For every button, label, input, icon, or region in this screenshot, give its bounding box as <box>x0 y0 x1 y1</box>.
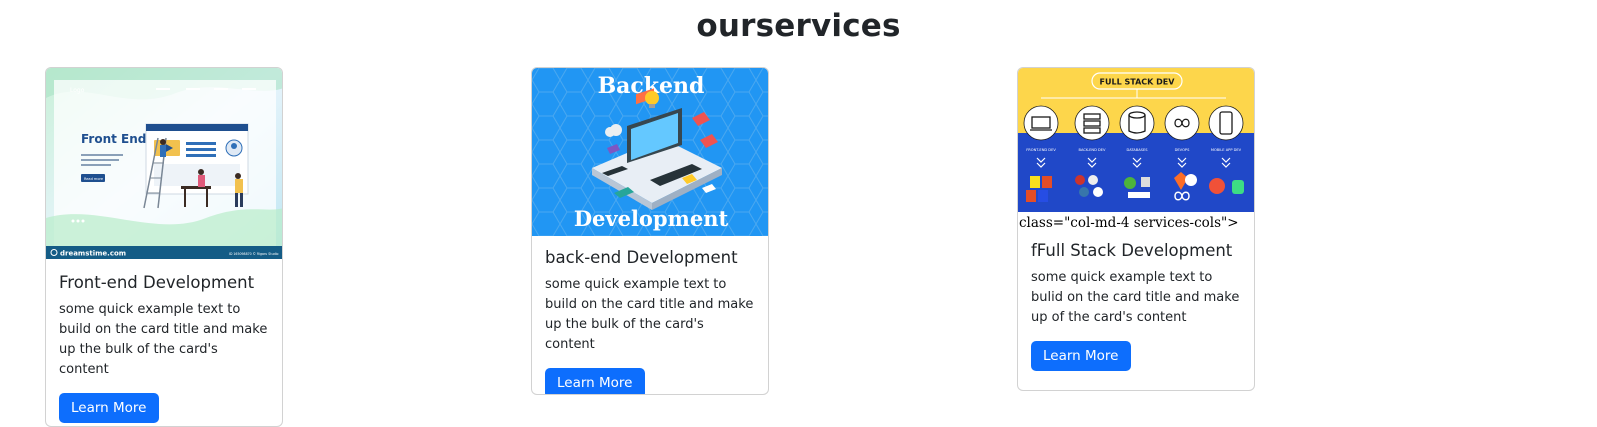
card-text: some quick example text to build on the … <box>545 277 754 352</box>
card-title: Front-end Development <box>59 273 255 292</box>
frontend-image-button-label: Read more <box>84 177 103 181</box>
frontend-image-heading: Front End <box>81 132 146 146</box>
fullstack-image-header: FULL STACK DEV <box>1100 78 1176 87</box>
frontend-image-brand: dreamstime.com <box>60 250 126 258</box>
card-text: some quick example text to build on the … <box>59 302 268 377</box>
frontend-image-id: ID 165098870 © Rigaru Studio <box>229 252 278 256</box>
learn-more-button-frontend[interactable]: Learn More <box>59 393 159 423</box>
fullstack-col-label: DATABASES <box>1126 148 1148 152</box>
learn-more-button-fullstack[interactable]: Learn More <box>1031 341 1131 371</box>
card-title: fFull Stack Development <box>1031 241 1233 260</box>
service-card-frontend: Logo Front End Read more dreamstime.com … <box>45 67 283 427</box>
page-title: ourservices <box>696 8 901 44</box>
card-title: back-end Development <box>545 248 738 267</box>
backend-image-bottom-text: Development <box>574 206 729 231</box>
card-body: back-end Development some quick example … <box>532 236 768 394</box>
frontend-card-image: Logo Front End Read more dreamstime.com … <box>46 68 282 259</box>
frontend-illustration: Logo Front End Read more dreamstime.com … <box>46 68 282 259</box>
learn-more-button-backend[interactable]: Learn More <box>545 368 645 394</box>
fullstack-col-label: MOBILE APP DEV <box>1211 148 1242 152</box>
card-body: fFull Stack Development some quick examp… <box>1018 231 1254 384</box>
backend-card-image: Backend Development <box>532 68 768 236</box>
backend-illustration: Backend Development <box>532 68 768 236</box>
fullstack-col-label: FRONT-END DEV <box>1026 148 1056 152</box>
fullstack-illustration: FULL STACK DEV FRONT-END DEV BACK-END DE… <box>1018 68 1254 212</box>
frontend-nav-logo: Logo <box>70 87 85 94</box>
card-text: some quick example text to bulid on the … <box>1031 270 1240 325</box>
card-body: Front-end Development some quick example… <box>46 259 282 426</box>
service-card-fullstack: FULL STACK DEV FRONT-END DEV BACK-END DE… <box>1017 67 1255 391</box>
fullstack-card-image: FULL STACK DEV FRONT-END DEV BACK-END DE… <box>1018 68 1254 212</box>
stray-markup-text: class="col-md-4 services-cols"> <box>1019 215 1239 231</box>
service-card-backend: Backend Development back-end Development… <box>531 67 769 395</box>
fullstack-col-label: BACK-END DEV <box>1078 148 1106 152</box>
fullstack-col-label: DEVOPS <box>1175 148 1190 152</box>
